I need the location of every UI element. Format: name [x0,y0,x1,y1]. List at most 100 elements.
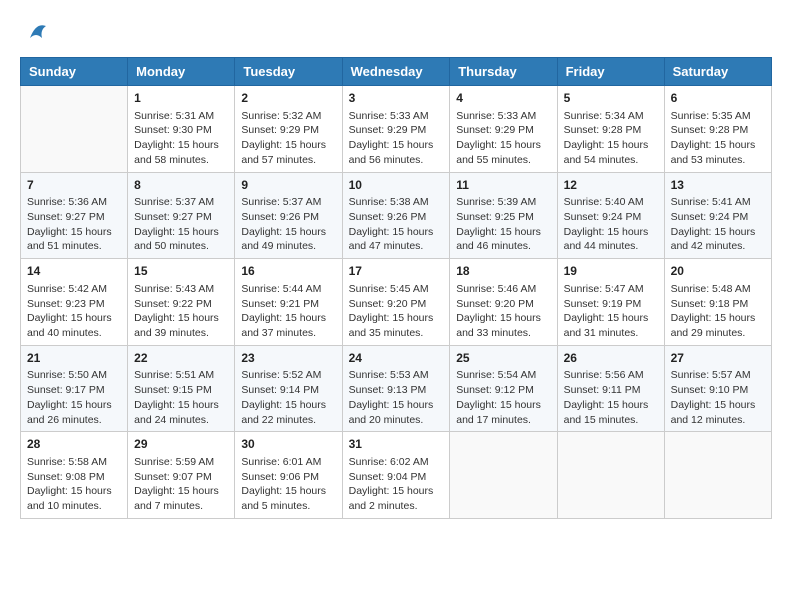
daylight-text: Daylight: 15 hours and 44 minutes. [564,226,649,253]
day-number: 28 [27,436,121,453]
calendar-week-row: 21 Sunrise: 5:50 AM Sunset: 9:17 PM Dayl… [21,345,772,432]
sunrise-text: Sunrise: 5:51 AM [134,369,214,381]
calendar-cell: 12 Sunrise: 5:40 AM Sunset: 9:24 PM Dayl… [557,172,664,259]
calendar-cell: 24 Sunrise: 5:53 AM Sunset: 9:13 PM Dayl… [342,345,450,432]
sunset-text: Sunset: 9:28 PM [564,124,642,136]
daylight-text: Daylight: 15 hours and 49 minutes. [241,226,326,253]
calendar-cell: 15 Sunrise: 5:43 AM Sunset: 9:22 PM Dayl… [128,259,235,346]
calendar-cell: 20 Sunrise: 5:48 AM Sunset: 9:18 PM Dayl… [664,259,771,346]
daylight-text: Daylight: 15 hours and 39 minutes. [134,312,219,339]
calendar-cell [450,432,557,519]
daylight-text: Daylight: 15 hours and 57 minutes. [241,139,326,166]
daylight-text: Daylight: 15 hours and 51 minutes. [27,226,112,253]
sunrise-text: Sunrise: 5:37 AM [241,196,321,208]
sunset-text: Sunset: 9:10 PM [671,384,749,396]
day-number: 5 [564,90,658,107]
day-number: 24 [349,350,444,367]
daylight-text: Daylight: 15 hours and 40 minutes. [27,312,112,339]
sunrise-text: Sunrise: 5:47 AM [564,283,644,295]
daylight-text: Daylight: 15 hours and 15 minutes. [564,399,649,426]
sunrise-text: Sunrise: 5:52 AM [241,369,321,381]
sunset-text: Sunset: 9:04 PM [349,471,427,483]
sunrise-text: Sunrise: 5:40 AM [564,196,644,208]
day-number: 4 [456,90,550,107]
sunset-text: Sunset: 9:26 PM [241,211,319,223]
daylight-text: Daylight: 15 hours and 29 minutes. [671,312,756,339]
calendar-week-row: 28 Sunrise: 5:58 AM Sunset: 9:08 PM Dayl… [21,432,772,519]
sunset-text: Sunset: 9:14 PM [241,384,319,396]
calendar-cell: 21 Sunrise: 5:50 AM Sunset: 9:17 PM Dayl… [21,345,128,432]
daylight-text: Daylight: 15 hours and 31 minutes. [564,312,649,339]
sunrise-text: Sunrise: 5:46 AM [456,283,536,295]
sunrise-text: Sunrise: 5:58 AM [27,456,107,468]
day-number: 13 [671,177,765,194]
day-number: 6 [671,90,765,107]
sunset-text: Sunset: 9:08 PM [27,471,105,483]
calendar-cell: 26 Sunrise: 5:56 AM Sunset: 9:11 PM Dayl… [557,345,664,432]
sunset-text: Sunset: 9:07 PM [134,471,212,483]
weekday-header: Wednesday [342,58,450,86]
day-number: 15 [134,263,228,280]
calendar-cell: 27 Sunrise: 5:57 AM Sunset: 9:10 PM Dayl… [664,345,771,432]
sunrise-text: Sunrise: 5:38 AM [349,196,429,208]
sunset-text: Sunset: 9:30 PM [134,124,212,136]
sunrise-text: Sunrise: 5:59 AM [134,456,214,468]
day-number: 27 [671,350,765,367]
sunrise-text: Sunrise: 5:57 AM [671,369,751,381]
sunrise-text: Sunrise: 6:02 AM [349,456,429,468]
weekday-header: Saturday [664,58,771,86]
day-number: 17 [349,263,444,280]
day-number: 22 [134,350,228,367]
sunrise-text: Sunrise: 5:33 AM [349,110,429,122]
sunrise-text: Sunrise: 6:01 AM [241,456,321,468]
daylight-text: Daylight: 15 hours and 33 minutes. [456,312,541,339]
day-number: 8 [134,177,228,194]
sunrise-text: Sunrise: 5:37 AM [134,196,214,208]
daylight-text: Daylight: 15 hours and 7 minutes. [134,485,219,512]
sunset-text: Sunset: 9:29 PM [241,124,319,136]
sunset-text: Sunset: 9:21 PM [241,298,319,310]
daylight-text: Daylight: 15 hours and 5 minutes. [241,485,326,512]
sunrise-text: Sunrise: 5:32 AM [241,110,321,122]
day-number: 26 [564,350,658,367]
day-number: 9 [241,177,335,194]
sunrise-text: Sunrise: 5:48 AM [671,283,751,295]
day-number: 16 [241,263,335,280]
calendar-cell: 7 Sunrise: 5:36 AM Sunset: 9:27 PM Dayli… [21,172,128,259]
calendar-cell: 2 Sunrise: 5:32 AM Sunset: 9:29 PM Dayli… [235,86,342,173]
sunset-text: Sunset: 9:15 PM [134,384,212,396]
sunrise-text: Sunrise: 5:36 AM [27,196,107,208]
sunset-text: Sunset: 9:28 PM [671,124,749,136]
day-number: 1 [134,90,228,107]
calendar-cell: 1 Sunrise: 5:31 AM Sunset: 9:30 PM Dayli… [128,86,235,173]
calendar-cell [664,432,771,519]
calendar-cell: 28 Sunrise: 5:58 AM Sunset: 9:08 PM Dayl… [21,432,128,519]
calendar-cell: 23 Sunrise: 5:52 AM Sunset: 9:14 PM Dayl… [235,345,342,432]
calendar-cell: 6 Sunrise: 5:35 AM Sunset: 9:28 PM Dayli… [664,86,771,173]
daylight-text: Daylight: 15 hours and 46 minutes. [456,226,541,253]
calendar-cell: 19 Sunrise: 5:47 AM Sunset: 9:19 PM Dayl… [557,259,664,346]
sunrise-text: Sunrise: 5:53 AM [349,369,429,381]
calendar-cell: 30 Sunrise: 6:01 AM Sunset: 9:06 PM Dayl… [235,432,342,519]
calendar-cell [557,432,664,519]
weekday-header: Monday [128,58,235,86]
sunrise-text: Sunrise: 5:43 AM [134,283,214,295]
sunset-text: Sunset: 9:13 PM [349,384,427,396]
daylight-text: Daylight: 15 hours and 37 minutes. [241,312,326,339]
weekday-header: Thursday [450,58,557,86]
sunset-text: Sunset: 9:27 PM [27,211,105,223]
logo [20,20,54,47]
daylight-text: Daylight: 15 hours and 10 minutes. [27,485,112,512]
weekday-header: Tuesday [235,58,342,86]
day-number: 25 [456,350,550,367]
daylight-text: Daylight: 15 hours and 50 minutes. [134,226,219,253]
daylight-text: Daylight: 15 hours and 12 minutes. [671,399,756,426]
day-number: 21 [27,350,121,367]
sunset-text: Sunset: 9:26 PM [349,211,427,223]
sunset-text: Sunset: 9:19 PM [564,298,642,310]
calendar-cell: 17 Sunrise: 5:45 AM Sunset: 9:20 PM Dayl… [342,259,450,346]
day-number: 30 [241,436,335,453]
daylight-text: Daylight: 15 hours and 2 minutes. [349,485,434,512]
sunrise-text: Sunrise: 5:42 AM [27,283,107,295]
daylight-text: Daylight: 15 hours and 47 minutes. [349,226,434,253]
